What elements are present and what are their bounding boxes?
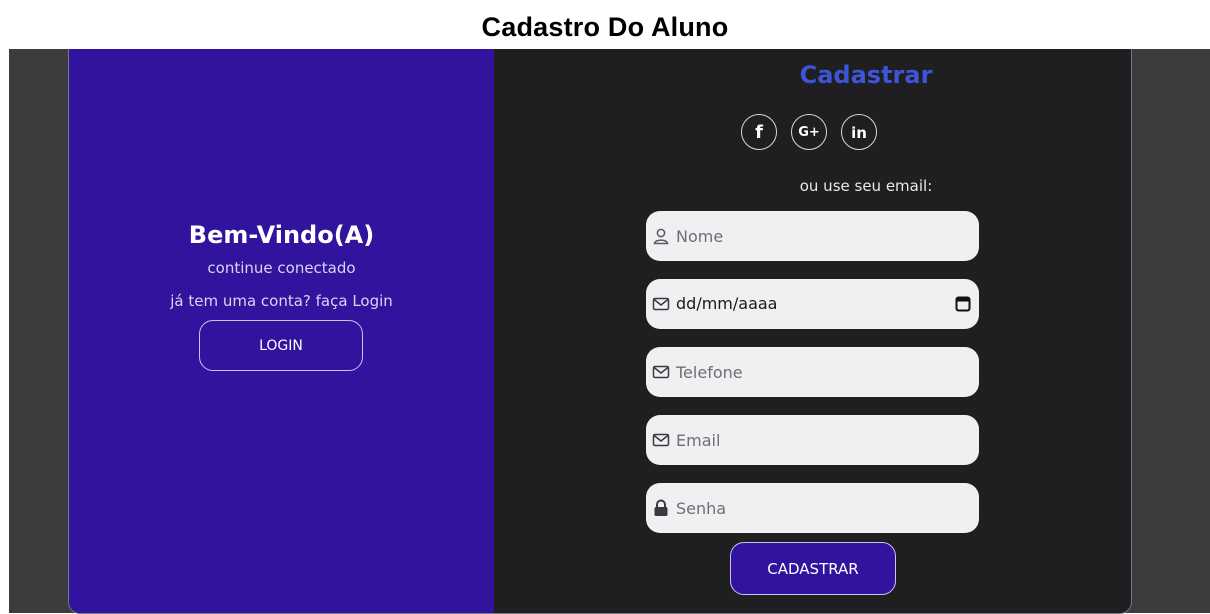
register-button[interactable]: CADASTRAR [730, 542, 896, 595]
envelope-icon [652, 297, 670, 311]
login-button[interactable]: LOGIN [199, 320, 363, 371]
email-field[interactable] [646, 415, 979, 465]
email-input[interactable] [676, 415, 946, 465]
lock-icon [654, 499, 668, 516]
email-hint: ou use seu email: [799, 177, 933, 195]
password-field[interactable] [646, 483, 979, 533]
welcome-panel: Bem-Vindo(A) continue conectado já tem u… [69, 49, 494, 613]
login-prompt: já tem uma conta? faça Login [170, 292, 393, 310]
calendar-icon[interactable] [955, 295, 971, 312]
facebook-icon[interactable]: f [741, 114, 777, 150]
envelope-icon [652, 433, 670, 447]
name-field[interactable] [646, 211, 979, 261]
social-login-row: f G+ in [741, 114, 891, 154]
birthdate-value[interactable]: dd/mm/aaaa [676, 294, 777, 313]
user-icon [653, 228, 669, 245]
password-input[interactable] [676, 483, 946, 533]
name-input[interactable] [676, 211, 946, 261]
welcome-title: Bem-Vindo(A) [188, 221, 375, 249]
phone-input[interactable] [676, 347, 946, 397]
birthdate-field[interactable]: dd/mm/aaaa [646, 279, 979, 329]
auth-card: Bem-Vindo(A) continue conectado já tem u… [68, 49, 1132, 614]
envelope-icon [652, 365, 670, 379]
phone-field[interactable] [646, 347, 979, 397]
welcome-subtitle: continue conectado [207, 259, 356, 277]
google-plus-icon[interactable]: G+ [791, 114, 827, 150]
page-title: Cadastro Do Aluno [481, 12, 729, 42]
app-background: Bem-Vindo(A) continue conectado já tem u… [9, 49, 1210, 614]
register-title: Cadastrar [799, 61, 933, 89]
linkedin-icon[interactable]: in [841, 114, 877, 150]
